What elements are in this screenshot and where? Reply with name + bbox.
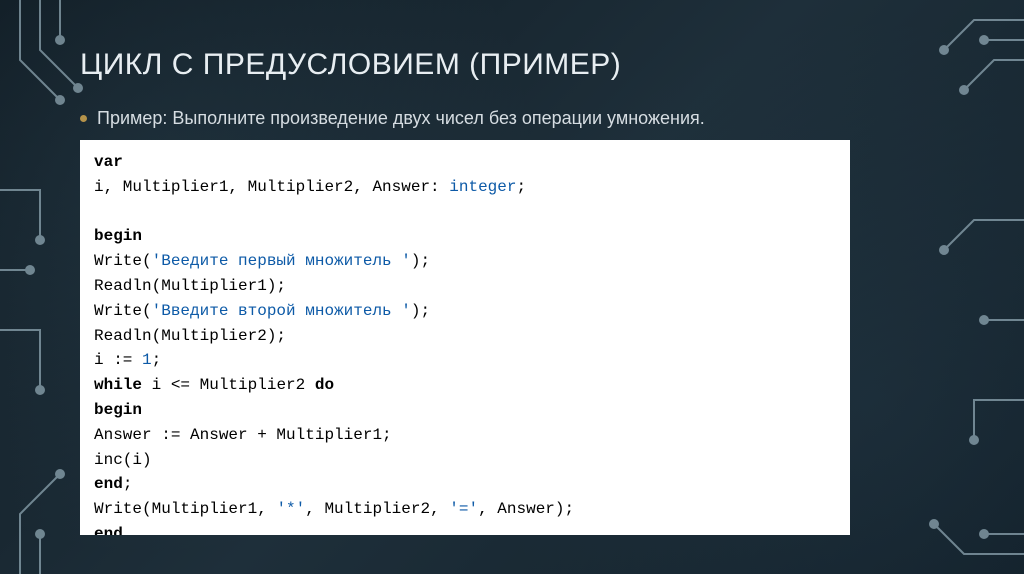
- code-text: );: [411, 302, 430, 320]
- code-text: i, Multiplier1, Multiplier2, Answer:: [94, 178, 449, 196]
- code-kw: do: [315, 376, 334, 394]
- code-text: Write(Multiplier1,: [94, 500, 276, 518]
- code-number: 1: [142, 351, 152, 369]
- subtitle-text: Пример: Выполните произведение двух чисе…: [97, 108, 705, 129]
- code-type: integer: [449, 178, 516, 196]
- code-text: ;: [123, 475, 133, 493]
- code-text: );: [411, 252, 430, 270]
- code-text: Answer := Answer + Multiplier1;: [94, 426, 392, 444]
- code-text: inc(i): [94, 451, 152, 469]
- code-text: i :=: [94, 351, 142, 369]
- code-kw: begin: [94, 227, 142, 245]
- code-kw: var: [94, 153, 123, 171]
- code-kw: end: [94, 475, 123, 493]
- code-kw: end: [94, 525, 123, 535]
- code-text: ;: [152, 351, 162, 369]
- code-block: var i, Multiplier1, Multiplier2, Answer:…: [80, 140, 850, 535]
- subtitle-row: Пример: Выполните произведение двух чисе…: [80, 108, 705, 129]
- code-text: , Multiplier2,: [305, 500, 449, 518]
- code-kw: begin: [94, 401, 142, 419]
- code-string: 'Введите второй множитель ': [152, 302, 411, 320]
- code-string: 'Веедите первый множитель ': [152, 252, 411, 270]
- code-text: Write(: [94, 302, 152, 320]
- code-text: .: [123, 525, 133, 535]
- code-text: i <= Multiplier2: [142, 376, 315, 394]
- code-text: Readln(Multiplier1);: [94, 277, 286, 295]
- code-text: , Answer);: [478, 500, 574, 518]
- code-kw: while: [94, 376, 142, 394]
- code-text: Readln(Multiplier2);: [94, 327, 286, 345]
- code-string: '=': [449, 500, 478, 518]
- slide-title: ЦИКЛ С ПРЕДУСЛОВИЕМ (ПРИМЕР): [80, 48, 621, 82]
- code-text: Write(: [94, 252, 152, 270]
- code-text: ;: [516, 178, 526, 196]
- code-string: '*': [276, 500, 305, 518]
- bullet-icon: [80, 115, 87, 122]
